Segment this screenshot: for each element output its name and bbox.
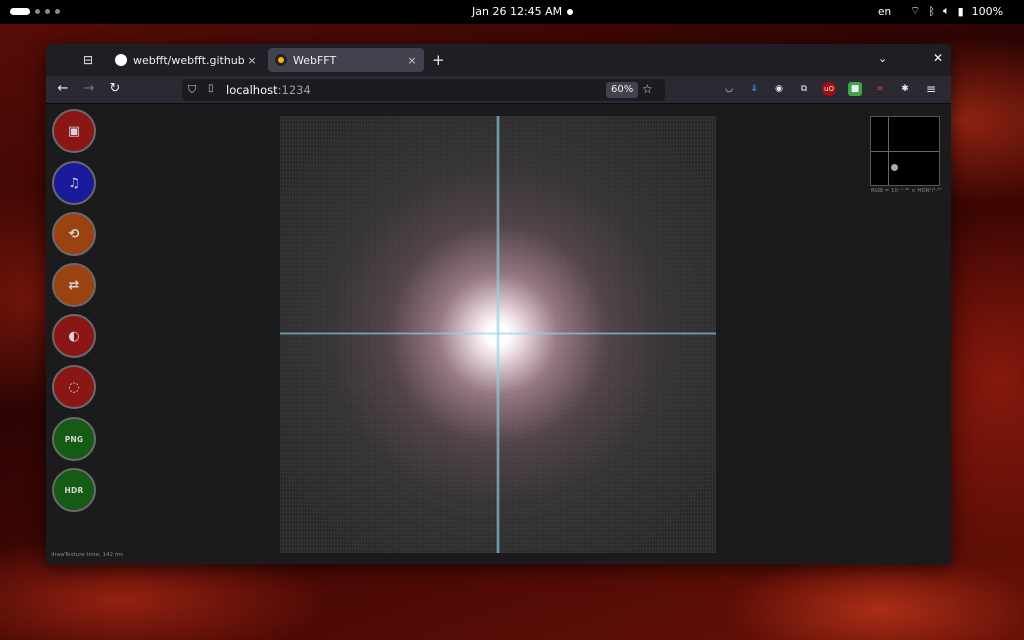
preview-marker	[891, 164, 898, 171]
tab-title: webfft/webfft.github.io	[133, 53, 244, 67]
workspace-dot	[55, 9, 60, 14]
webfft-icon	[275, 54, 287, 66]
battery-level: 100%	[971, 4, 1004, 18]
bug-icon[interactable]: ✱	[898, 82, 912, 96]
system-top-bar: Jan 26 12:45 AM en ⌔ ᛒ 🔈︎ ▮ 100%	[0, 0, 1024, 24]
png-export-button[interactable]: PNG	[52, 417, 96, 461]
chevron-down-icon[interactable]: ⌄	[878, 52, 887, 65]
dotted-circle-icon: ◌	[68, 379, 80, 395]
bookmark-star-icon[interactable]: ☆	[642, 82, 653, 96]
shield-icon[interactable]: ⛉	[188, 83, 196, 97]
tab-overview-icon[interactable]: ⊟	[80, 52, 96, 68]
account-icon[interactable]: ◉	[772, 82, 786, 96]
reload-icon[interactable]: ↻	[106, 81, 124, 96]
fft-spectrum-canvas[interactable]	[280, 116, 716, 553]
tab-title: WebFFT	[293, 53, 337, 67]
png-icon: PNG	[64, 434, 84, 444]
glasses-icon[interactable]: ∞	[873, 82, 887, 96]
page-icon[interactable]: ▯	[208, 83, 214, 94]
bluetooth-icon: ᛒ	[928, 4, 935, 18]
notification-dot	[567, 9, 573, 15]
menu-icon[interactable]: ≡	[924, 82, 938, 96]
hdr-icon: HDR	[64, 485, 84, 495]
rotate-button[interactable]: ⟲	[52, 212, 96, 256]
tab-strip: ⊟ webfft/webfft.github.io × WebFFT × + ⌄…	[46, 44, 951, 76]
workspace-indicator[interactable]	[10, 8, 60, 15]
battery-icon: ▮	[957, 4, 964, 18]
hdr-export-button[interactable]: HDR	[52, 468, 96, 512]
close-tab-icon[interactable]: ×	[404, 54, 420, 67]
dotted-circle-button[interactable]: ◌	[52, 365, 96, 409]
half-circle-dots-icon: ◐	[68, 328, 80, 344]
clock[interactable]: Jan 26 12:45 AM	[472, 5, 562, 18]
active-workspace-pill	[10, 8, 30, 15]
keyboard-layout[interactable]: en	[878, 6, 891, 18]
window-close-icon[interactable]: ✕	[933, 51, 943, 65]
downloads-icon[interactable]: ⇓	[747, 82, 761, 96]
forward-icon[interactable]: →	[80, 81, 98, 96]
horizontal-frequency-axis	[280, 332, 716, 335]
github-icon	[115, 54, 127, 66]
url-text[interactable]: localhost:1234	[226, 83, 311, 97]
ublock-icon[interactable]: uO	[822, 82, 836, 96]
webfft-app: ▣ ♫ ⟲ ⇄ ◐ ◌ PNG HDR RGB = 10⁻¹·⁴⁸ × HDR¹…	[46, 105, 951, 564]
back-icon[interactable]: ←	[54, 81, 72, 96]
pocket-icon[interactable]: ◡	[722, 82, 736, 96]
close-tab-icon[interactable]: ×	[244, 54, 260, 67]
half-dots-button[interactable]: ◐	[52, 314, 96, 358]
browser-window: ⊟ webfft/webfft.github.io × WebFFT × + ⌄…	[46, 44, 951, 564]
rotate-icon: ⟲	[68, 226, 80, 242]
preview-horizontal-line	[871, 151, 939, 152]
zoom-level-button[interactable]: 60%	[606, 82, 639, 98]
new-tab-button[interactable]: +	[432, 51, 445, 69]
url-bar[interactable]: ⛉ ▯ localhost:1234 60% ☆	[182, 79, 665, 101]
workspace-dot	[35, 9, 40, 14]
extension-badge-icon[interactable]: ■	[848, 82, 862, 96]
wifi-icon: ⌔	[910, 4, 921, 17]
audio-file-icon: ♫	[68, 175, 80, 191]
color-map-preview[interactable]	[870, 116, 940, 186]
image-icon: ▣	[67, 123, 81, 139]
transform-caption: RGB = 10⁻¹·⁴⁸ × HDR¹/¹·⁵⁷	[871, 188, 942, 194]
open-audio-button[interactable]: ♫	[52, 161, 96, 205]
volume-icon: 🔈︎	[942, 4, 950, 17]
workspace-dot	[45, 9, 50, 14]
tab-github[interactable]: webfft/webfft.github.io ×	[108, 48, 264, 72]
navigation-bar: ← → ↻ ⛉ ▯ localhost:1234 60% ☆ ◡ ⇓ ◉ ⧉ u…	[46, 76, 951, 104]
swap-arrows-icon: ⇄	[68, 277, 80, 293]
swap-button[interactable]: ⇄	[52, 263, 96, 307]
system-tray[interactable]: ⌔ ᛒ 🔈︎ ▮ 100%	[910, 4, 1003, 18]
draw-time-status: drawTexture time: 142 ms	[51, 552, 123, 558]
open-image-button[interactable]: ▣	[52, 109, 96, 153]
tab-webfft[interactable]: WebFFT ×	[268, 48, 424, 72]
extensions-icon[interactable]: ⧉	[797, 82, 811, 96]
